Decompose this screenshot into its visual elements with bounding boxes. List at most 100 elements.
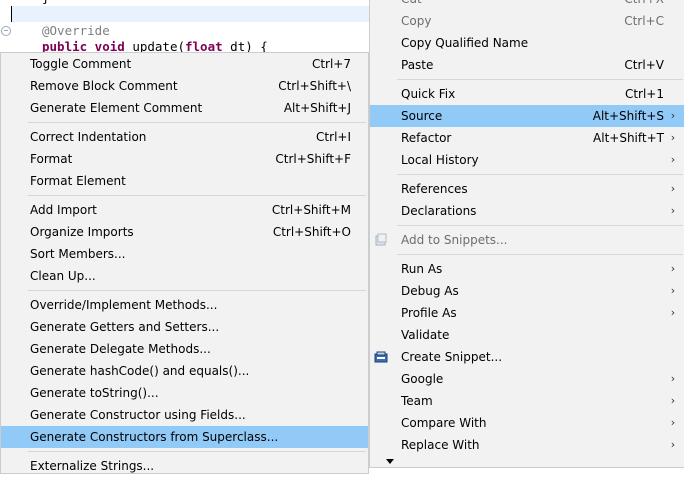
menu-item-local-history[interactable]: Local History › (370, 149, 684, 171)
menu-item-label: Format (30, 152, 73, 166)
menu-item-label: Clean Up... (30, 269, 96, 283)
menu-item-label: Add Import (30, 203, 97, 217)
menu-item-label: Add to Snippets... (401, 233, 508, 247)
chevron-right-icon: › (670, 109, 676, 122)
menu-item-shortcut: Ctrl+Shift+M (271, 203, 351, 217)
code-line-brace: } (42, 0, 50, 5)
menu-item-label: Paste (401, 58, 434, 72)
menu-item-sort-members[interactable]: Sort Members... (1, 243, 368, 265)
menu-item-label: Team (401, 394, 433, 408)
menu-item-toggle-comment[interactable]: Toggle Comment Ctrl+7 (1, 53, 368, 75)
menu-item-externalize-strings[interactable]: Externalize Strings... (1, 455, 368, 477)
menu-item-label: Generate toString()... (30, 386, 159, 400)
chevron-right-icon: › (670, 438, 676, 451)
menu-item-shortcut: Ctrl+V (624, 58, 664, 72)
menu-item-compare-with[interactable]: Compare With › (370, 412, 684, 434)
menu-item-label: Validate (401, 328, 450, 342)
chevron-right-icon: › (670, 131, 676, 144)
menu-item-remove-block-comment[interactable]: Remove Block Comment Ctrl+Shift+\ (1, 75, 368, 97)
menu-item-generate-delegate-methods[interactable]: Generate Delegate Methods... (1, 338, 368, 360)
menu-item-label: Generate Element Comment (30, 101, 203, 115)
menu-item-label: References (401, 182, 468, 196)
menu-item-debug-as[interactable]: Debug As › (370, 280, 684, 302)
menu-item-create-snippet[interactable]: Create Snippet... (370, 346, 684, 368)
menu-item-generate-constructor-using-fields[interactable]: Generate Constructor using Fields... (1, 404, 368, 426)
context-menu: Cut Ctrl+X Copy Ctrl+C Copy Qualified Na… (369, 0, 684, 468)
menu-item-label: Refactor (401, 131, 452, 145)
menu-item-run-as[interactable]: Run As › (370, 258, 684, 280)
menu-item-label: Local History (401, 153, 479, 167)
menu-item-override-implement-methods[interactable]: Override/Implement Methods... (1, 294, 368, 316)
menu-item-generate-tostring[interactable]: Generate toString()... (1, 382, 368, 404)
menu-separator (1, 448, 368, 455)
menu-separator (370, 76, 684, 83)
text-caret (11, 6, 12, 22)
menu-item-copy[interactable]: Copy Ctrl+C (370, 10, 684, 32)
menu-item-label: Quick Fix (401, 87, 456, 101)
menu-item-add-to-snippets[interactable]: Add to Snippets... (370, 229, 684, 251)
menu-item-label: Debug As (401, 284, 459, 298)
menu-separator (370, 251, 684, 258)
menu-item-generate-hashcode-equals[interactable]: Generate hashCode() and equals()... (1, 360, 368, 382)
menu-item-generate-getters-setters[interactable]: Generate Getters and Setters... (1, 316, 368, 338)
menu-item-paste[interactable]: Paste Ctrl+V (370, 54, 684, 76)
fold-toggle-icon[interactable]: − (1, 26, 11, 36)
menu-item-label: Toggle Comment (30, 57, 132, 71)
menu-item-generate-constructors-from-superclass[interactable]: Generate Constructors from Superclass... (1, 426, 368, 448)
menu-item-label: Replace With (401, 438, 480, 452)
menu-separator (370, 222, 684, 229)
menu-item-refactor[interactable]: Refactor Alt+Shift+T › (370, 127, 684, 149)
menu-separator (1, 287, 368, 294)
menu-item-google[interactable]: Google › (370, 368, 684, 390)
menu-separator (1, 192, 368, 199)
menu-item-shortcut: Alt+Shift+T (593, 131, 664, 145)
menu-item-validate[interactable]: Validate (370, 324, 684, 346)
chevron-right-icon: › (670, 416, 676, 429)
menu-item-label: Generate Constructor using Fields... (30, 408, 246, 422)
menu-item-format[interactable]: Format Ctrl+Shift+F (1, 148, 368, 170)
menu-item-references[interactable]: References › (370, 178, 684, 200)
menu-item-label: Run As (401, 262, 443, 276)
menu-item-copy-qualified-name[interactable]: Copy Qualified Name (370, 32, 684, 54)
chevron-right-icon: › (670, 262, 676, 275)
chevron-right-icon: › (670, 153, 676, 166)
menu-item-label: Declarations (401, 204, 477, 218)
menu-item-label: Copy (401, 14, 432, 28)
menu-item-correct-indentation[interactable]: Correct Indentation Ctrl+I (1, 126, 368, 148)
menu-item-team[interactable]: Team › (370, 390, 684, 412)
menu-item-declarations[interactable]: Declarations › (370, 200, 684, 222)
menu-separator (1, 119, 368, 126)
chevron-right-icon: › (670, 306, 676, 319)
menu-item-shortcut: Ctrl+Shift+O (272, 225, 351, 239)
menu-item-quick-fix[interactable]: Quick Fix Ctrl+1 (370, 83, 684, 105)
menu-item-label: Copy Qualified Name (401, 36, 529, 50)
menu-item-label: Create Snippet... (401, 350, 503, 364)
menu-item-generate-element-comment[interactable]: Generate Element Comment Alt+Shift+J (1, 97, 368, 119)
menu-item-add-import[interactable]: Add Import Ctrl+Shift+M (1, 199, 368, 221)
menu-item-format-element[interactable]: Format Element (1, 170, 368, 192)
menu-item-shortcut: Ctrl+X (624, 0, 664, 10)
chevron-right-icon: › (670, 394, 676, 407)
menu-item-profile-as[interactable]: Profile As › (370, 302, 684, 324)
chevron-right-icon: › (670, 372, 676, 385)
menu-item-label: Externalize Strings... (30, 459, 155, 473)
menu-item-clean-up[interactable]: Clean Up... (1, 265, 368, 287)
menu-item-label: Cut (401, 0, 422, 10)
menu-item-replace-with[interactable]: Replace With › (370, 434, 684, 456)
menu-item-label: Generate Getters and Setters... (30, 320, 220, 334)
menu-item-shortcut: Ctrl+C (624, 14, 664, 28)
menu-item-label: Override/Implement Methods... (30, 298, 218, 312)
chevron-right-icon: › (670, 182, 676, 195)
menu-item-cut[interactable]: Cut Ctrl+X (370, 0, 684, 10)
menu-item-label: Source (401, 109, 443, 123)
menu-item-source[interactable]: Source Alt+Shift+S › (370, 105, 684, 127)
snippet-icon (375, 233, 387, 246)
menu-item-label: Format Element (30, 174, 126, 188)
menu-item-label: Sort Members... (30, 247, 126, 261)
menu-scroll-down-icon[interactable] (386, 459, 394, 464)
menu-item-label: Generate Delegate Methods... (30, 342, 211, 356)
chevron-right-icon: › (670, 284, 676, 297)
menu-item-organize-imports[interactable]: Organize Imports Ctrl+Shift+O (1, 221, 368, 243)
menu-item-shortcut: Ctrl+I (316, 130, 351, 144)
menu-item-label: Google (401, 372, 444, 386)
